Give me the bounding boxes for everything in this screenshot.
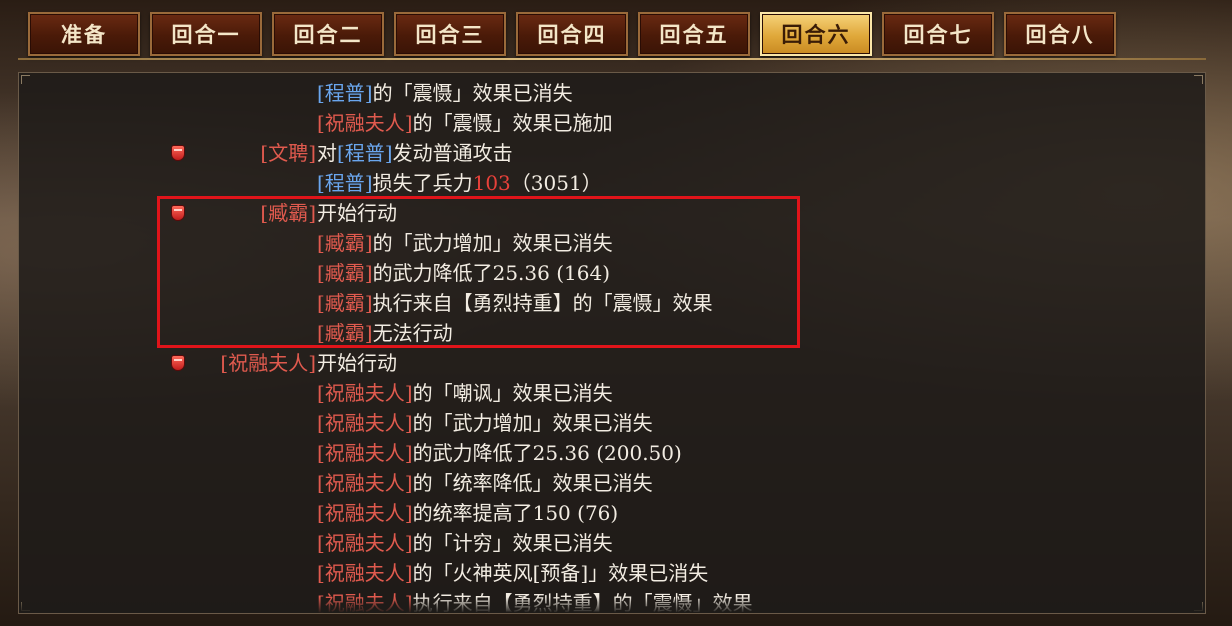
log-line: [祝融夫人]的「统率降低」效果已消失	[19, 468, 1205, 498]
log-segment: 开始行动	[317, 351, 397, 375]
log-line: [祝融夫人] 开始行动	[19, 348, 1205, 378]
log-segment: （3051）	[510, 171, 602, 195]
log-line: [祝融夫人]的「武力增加」效果已消失	[19, 408, 1205, 438]
log-text: [程普]损失了兵力103（3051）	[317, 168, 602, 198]
log-actor: [祝融夫人]	[220, 351, 316, 375]
log-text: [祝融夫人]的「火神英风[预备]」效果已消失	[317, 558, 708, 588]
unit-name: [祝融夫人]	[317, 411, 413, 435]
log-segment: 的「震慑」效果已消失	[372, 81, 573, 105]
log-text: [祝融夫人]的统率提高了150 (76)	[317, 498, 618, 528]
unit-name: [程普]	[337, 141, 393, 165]
tab-round-2[interactable]: 回合二	[272, 12, 384, 56]
unit-name: [祝融夫人]	[317, 471, 413, 495]
unit-name: [程普]	[317, 81, 373, 105]
unit-name: [祝融夫人]	[317, 381, 413, 405]
log-text: [程普]的「震慑」效果已消失	[317, 78, 573, 108]
log-line: [祝融夫人]的「计穷」效果已消失	[19, 528, 1205, 558]
tab-round-8[interactable]: 回合八	[1004, 12, 1116, 56]
log-line: [祝融夫人]的「嘲讽」效果已消失	[19, 378, 1205, 408]
log-segment: 的「震慑」效果已施加	[412, 111, 613, 135]
scroll-fade	[19, 597, 1205, 613]
log-segment: 的「统率降低」效果已消失	[412, 471, 653, 495]
log-text: [祝融夫人]的武力降低了25.36 (200.50)	[317, 438, 682, 468]
red-shield-icon	[172, 146, 184, 160]
log-text: [祝融夫人]的「武力增加」效果已消失	[317, 408, 653, 438]
log-segment: 的统率提高了150 (76)	[412, 501, 619, 525]
highlight-box	[157, 196, 800, 348]
unit-name: [祝融夫人]	[317, 561, 413, 585]
tab-round-1[interactable]: 回合一	[150, 12, 262, 56]
log-line: [祝融夫人]的「火神英风[预备]」效果已消失	[19, 558, 1205, 588]
log-text: [祝融夫人]的「统率降低」效果已消失	[317, 468, 653, 498]
tab-prepare[interactable]: 准备	[28, 12, 140, 56]
unit-name: [祝融夫人]	[317, 111, 413, 135]
unit-name: [祝融夫人]	[317, 501, 413, 525]
log-segment: 的「嘲讽」效果已消失	[412, 381, 613, 405]
log-line: [程普]的「震慑」效果已消失	[19, 78, 1205, 108]
unit-name: [祝融夫人]	[317, 531, 413, 555]
tab-round-4[interactable]: 回合四	[516, 12, 628, 56]
log-segment: 发动普通攻击	[392, 141, 513, 165]
tab-round-6[interactable]: 回合六	[760, 12, 872, 56]
log-text: 对[程普]发动普通攻击	[317, 138, 513, 168]
unit-name: [程普]	[317, 171, 373, 195]
red-shield-icon	[172, 356, 184, 370]
log-line: [文聘] 对[程普]发动普通攻击	[19, 138, 1205, 168]
tab-round-5[interactable]: 回合五	[638, 12, 750, 56]
tab-round-3[interactable]: 回合三	[394, 12, 506, 56]
log-line: [祝融夫人]的统率提高了150 (76)	[19, 498, 1205, 528]
tab-round-7[interactable]: 回合七	[882, 12, 994, 56]
log-line: [祝融夫人]的「震慑」效果已施加	[19, 108, 1205, 138]
log-line: [程普]损失了兵力103（3051）	[19, 168, 1205, 198]
log-line: [祝融夫人]的武力降低了25.36 (200.50)	[19, 438, 1205, 468]
log-segment: 的「武力增加」效果已消失	[412, 411, 653, 435]
log-text: 开始行动	[317, 348, 397, 378]
log-segment: 的「计穷」效果已消失	[412, 531, 613, 555]
unit-name: [祝融夫人]	[317, 441, 413, 465]
log-text: [祝融夫人]的「震慑」效果已施加	[317, 108, 613, 138]
round-tab-bar: 准备 回合一 回合二 回合三 回合四 回合五 回合六 回合七 回合八	[0, 0, 1232, 60]
tab-underline	[18, 58, 1206, 60]
log-text: [祝融夫人]的「嘲讽」效果已消失	[317, 378, 613, 408]
log-segment: 对	[317, 141, 337, 165]
log-segment: 的「火神英风[预备]」效果已消失	[412, 561, 709, 585]
log-text: [祝融夫人]的「计穷」效果已消失	[317, 528, 613, 558]
log-actor: [文聘]	[260, 141, 316, 165]
damage-number: 103	[472, 171, 511, 195]
log-segment: 的武力降低了25.36 (200.50)	[412, 441, 682, 465]
log-segment: 损失了兵力	[372, 171, 473, 195]
